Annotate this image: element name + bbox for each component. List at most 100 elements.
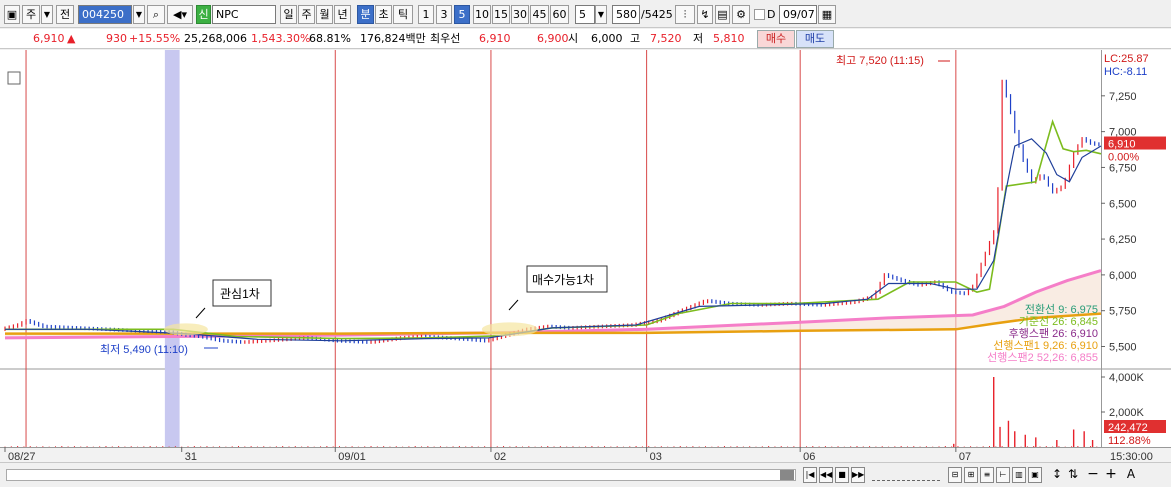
price-tick-label: 7,250 [1109, 91, 1137, 103]
highlight-band [164, 50, 180, 447]
code-input[interactable]: 004250 [78, 5, 132, 24]
period-minute[interactable]: 분 [357, 5, 374, 24]
volume-tag-pct: 112.88% [1108, 435, 1151, 447]
x-tick-label: 31 [185, 451, 197, 462]
legend-entry: 후행스팬 26: 6,910 [1009, 327, 1098, 340]
sort-icon[interactable]: ⇅ [1066, 467, 1080, 483]
volume-ratio: 1,543.30% [251, 32, 311, 45]
x-tick-label: 06 [803, 451, 815, 462]
window-icon[interactable]: ▣ [4, 5, 20, 24]
low-price: 5,810 [713, 32, 745, 45]
high-label: 고 [630, 32, 641, 45]
signal-ellipse [163, 323, 208, 336]
interval-10[interactable]: 10 [473, 5, 491, 24]
volume-tag-value: 242,472 [1108, 422, 1148, 434]
prev-icon[interactable]: ◀◀ [819, 467, 833, 483]
split-icon[interactable]: ⊢ [996, 467, 1010, 483]
period-tick[interactable]: 틱 [393, 5, 413, 24]
high-price: 7,520 [650, 32, 682, 45]
zoom-fit-icon[interactable]: ⊟ [948, 467, 962, 483]
candle-icon[interactable]: ⫶ [675, 5, 695, 24]
best-label: 최우선 [430, 32, 461, 45]
x-tick-label: 08/27 [8, 451, 36, 462]
time-scrollbar[interactable] [6, 469, 796, 481]
scroll-bar: |◀ ◀◀ ■ ▶▶ ⊟ ⊞ ≡ ⊢ ▥ ▣ ↕ ⇅ − + A [0, 462, 1171, 487]
time-label: 15:30:00 [1110, 451, 1153, 462]
legend-entry: 전환선 9: 6,975 [1025, 303, 1098, 316]
first-icon[interactable]: |◀ [803, 467, 817, 483]
current-price-tag-pct: 0.00% [1108, 152, 1139, 164]
open-label: 시 [568, 32, 579, 45]
buy-button[interactable]: 매수 [757, 30, 795, 48]
volume-tick-label: 4,000K [1109, 372, 1145, 384]
stock-name: NPC [212, 5, 276, 24]
interval-dropdown-icon[interactable]: ▼ [595, 5, 607, 24]
zoom-out-icon[interactable]: − [1086, 467, 1100, 483]
period-week[interactable]: 주 [298, 5, 315, 24]
code-dropdown-icon[interactable]: ▼ [133, 5, 145, 24]
layout-icon[interactable]: ▣ [1028, 467, 1042, 483]
interval-15[interactable]: 15 [492, 5, 510, 24]
date-checkbox[interactable] [754, 9, 765, 20]
total-count: /5425 [641, 8, 673, 21]
note2-label: 매수가능1차 [532, 273, 594, 287]
settings-icon [7, 71, 21, 85]
interval-select[interactable]: 5 [575, 5, 595, 24]
price-tick-label: 5,500 [1109, 342, 1137, 354]
interval-45[interactable]: 45 [530, 5, 549, 24]
turnover: 68.81% [309, 32, 351, 45]
search-icon[interactable]: ⌕ [147, 5, 165, 24]
scroll-thumb[interactable] [780, 470, 794, 480]
price-tick-label: 6,750 [1109, 162, 1137, 174]
low-annotation: 최저 5,490 (11:10) [100, 343, 188, 356]
x-tick-label: 09/01 [338, 451, 366, 462]
interval-60[interactable]: 60 [550, 5, 569, 24]
indicator-icon[interactable]: ↯ [697, 5, 713, 24]
save-icon[interactable]: ▤ [715, 5, 730, 24]
toolbar: ▣ 주 ▼ 전 004250 ▼ ⌕ ◀▾ 신 NPC 일 주 월 년 분 초 … [0, 0, 1171, 28]
up-arrow-icon: ▲ [67, 32, 76, 45]
next-icon[interactable]: ▶▶ [851, 467, 865, 483]
gear-icon[interactable]: ⚙ [732, 5, 750, 24]
period-year[interactable]: 년 [334, 5, 351, 24]
period-month[interactable]: 월 [316, 5, 333, 24]
price-change: 930 [106, 32, 127, 45]
zoom-icon[interactable]: ⊞ [964, 467, 978, 483]
interval-3[interactable]: 3 [436, 5, 452, 24]
volume-tick-label: 2,000K [1109, 407, 1145, 419]
count-input[interactable]: 580 [612, 5, 640, 24]
x-axis-band [0, 448, 1171, 462]
market-toggle[interactable]: 주 [22, 5, 40, 24]
legend-entry: 기준선 26: 6,845 [1019, 315, 1098, 328]
font-size-icon[interactable]: A [1124, 467, 1138, 483]
date-input[interactable]: 09/07 [779, 5, 817, 24]
price-tick-label: 6,250 [1109, 234, 1137, 246]
x-tick-label: 07 [959, 451, 971, 462]
x-tick-label: 03 [650, 451, 662, 462]
speaker-icon[interactable]: ◀▾ [167, 5, 193, 24]
interval-1[interactable]: 1 [418, 5, 434, 24]
stop-icon[interactable]: ■ [835, 467, 849, 483]
note1-label: 관심1차 [220, 287, 260, 301]
high-annotation: 최고 7,520 (11:15) [836, 54, 924, 67]
type-toggle[interactable]: 전 [56, 5, 74, 24]
sell-button[interactable]: 매도 [796, 30, 834, 48]
zoom-slider[interactable] [872, 469, 940, 481]
market-dropdown-icon[interactable]: ▼ [41, 5, 53, 24]
period-day[interactable]: 일 [280, 5, 297, 24]
current-price: 6,910 [33, 32, 65, 45]
legend-entry: 선행스팬1 9,26: 6,910 [993, 339, 1098, 352]
price-tick-label: 6,500 [1109, 198, 1137, 210]
price-chart[interactable]: 7,2507,0006,7506,5006,2506,0005,7505,500… [0, 50, 1171, 462]
price-tick-label: 6,000 [1109, 270, 1137, 282]
interval-5[interactable]: 5 [454, 5, 470, 24]
interval-30[interactable]: 30 [511, 5, 529, 24]
rows-icon[interactable]: ≡ [980, 467, 994, 483]
zoom-in-icon[interactable]: + [1104, 467, 1118, 483]
grid-icon[interactable]: ▥ [1012, 467, 1026, 483]
bid-price: 6,900 [537, 32, 569, 45]
period-second[interactable]: 초 [375, 5, 392, 24]
calendar-icon[interactable]: ▦ [818, 5, 836, 24]
hc-label: HC:-8.11 [1104, 66, 1147, 78]
scale-icon[interactable]: ↕ [1050, 467, 1064, 483]
